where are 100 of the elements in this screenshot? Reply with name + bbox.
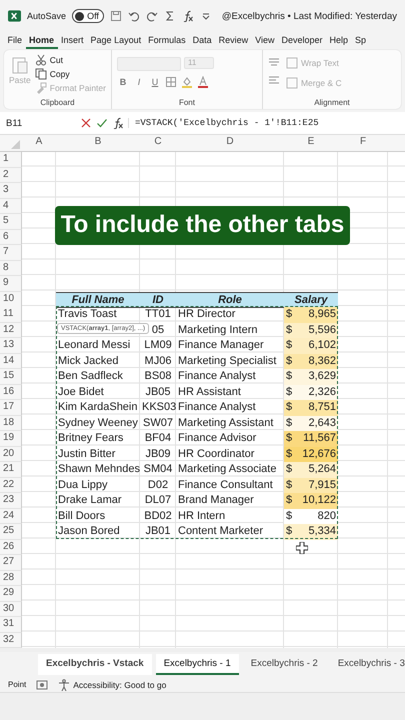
table-cell: DL07: [144, 494, 172, 506]
group-label: Clipboard: [39, 98, 76, 109]
table-cell: SW07: [143, 416, 173, 428]
copy-button[interactable]: Copy: [34, 68, 106, 80]
salary-cell: $ 3,629: [284, 369, 338, 384]
table-cell: BD02: [144, 510, 172, 522]
font-color-icon[interactable]: [196, 76, 209, 88]
column-letter[interactable]: B: [56, 135, 140, 154]
row-number[interactable]: 24: [0, 508, 22, 524]
table-cell: Mick Jacked: [58, 354, 119, 366]
salary-cell: $ 11,567: [284, 431, 338, 446]
borders-icon[interactable]: [164, 76, 177, 88]
row-number[interactable]: 29: [0, 586, 22, 602]
ribbon-tab[interactable]: Page Layout: [87, 33, 145, 49]
table-cell: Drake Lamar: [58, 494, 122, 506]
table-cell: JB05: [145, 386, 171, 398]
table-cell: LM09: [144, 339, 172, 351]
row-number[interactable]: 28: [0, 570, 22, 586]
ribbon-tab[interactable]: Help: [326, 33, 352, 49]
row-number[interactable]: 16: [0, 384, 22, 400]
row-number[interactable]: 17: [0, 400, 22, 416]
column-letter[interactable]: A: [22, 135, 56, 154]
salary-cell: $ 5,596: [284, 322, 338, 338]
save-icon[interactable]: [110, 10, 122, 22]
ribbon-tab[interactable]: Developer: [278, 33, 326, 49]
format-button[interactable]: U: [148, 77, 161, 87]
confirm-icon[interactable]: [96, 117, 108, 129]
ribbon-tab[interactable]: View: [252, 33, 278, 49]
table-cell: Marketing Intern: [178, 324, 258, 336]
row-number[interactable]: 18: [0, 416, 22, 431]
row-number[interactable]: 32: [0, 632, 22, 648]
ribbon-tab[interactable]: Sp: [352, 33, 370, 49]
function-icon[interactable]: [182, 10, 194, 22]
row-number[interactable]: 8: [0, 260, 22, 276]
row-number[interactable]: 11: [0, 307, 22, 322]
formula-field[interactable]: =VSTACK('Excelbychris - 1'!B11:E25: [128, 118, 319, 128]
table-cell: Joe Bidet: [58, 386, 104, 398]
row-number[interactable]: 31: [0, 617, 22, 632]
cancel-icon[interactable]: [80, 117, 92, 129]
salary-cell: $ 8,362: [284, 354, 338, 369]
row-number[interactable]: 13: [0, 338, 22, 354]
table-cell: MJ06: [144, 354, 172, 366]
row-number[interactable]: 9: [0, 276, 22, 292]
cut-button[interactable]: Cut: [34, 54, 106, 66]
macro-record-icon[interactable]: [36, 678, 48, 690]
fill-color-icon[interactable]: [180, 76, 193, 88]
ribbon-tab[interactable]: Formulas: [144, 33, 190, 49]
row-number[interactable]: 21: [0, 462, 22, 478]
row-number[interactable]: 23: [0, 493, 22, 508]
row-number[interactable]: 20: [0, 446, 22, 462]
undo-icon[interactable]: [128, 10, 140, 22]
row-number[interactable]: 7: [0, 245, 22, 260]
column-letter[interactable]: D: [176, 135, 284, 154]
row-number[interactable]: 30: [0, 602, 22, 617]
row-number[interactable]: 2: [0, 168, 22, 183]
scissors-icon: [34, 54, 47, 66]
sheet-tab[interactable]: Excelbychris - 1: [156, 654, 239, 675]
row-number[interactable]: 27: [0, 555, 22, 570]
salary-cell: $ 5,264: [284, 462, 338, 478]
sheet-tab[interactable]: Excelbychris - 2: [242, 654, 326, 675]
row-number[interactable]: 12: [0, 322, 22, 338]
window-title: @Excelbychris • Last Modified: Yesterday: [222, 10, 397, 22]
font-name-field[interactable]: [116, 57, 181, 71]
sheet-tab[interactable]: Excelbychris - Vstack: [38, 654, 152, 675]
row-number[interactable]: 4: [0, 198, 22, 214]
salary-cell: $ 10,122: [284, 493, 338, 508]
autosave-toggle[interactable]: Off: [72, 9, 104, 23]
ribbon-tab[interactable]: Insert: [58, 33, 88, 49]
format-button[interactable]: B: [116, 77, 129, 87]
group-label: Alignment: [313, 98, 351, 109]
accessibility-status[interactable]: Accessibility: Good to go: [58, 678, 166, 690]
column-letter[interactable]: F: [338, 135, 388, 154]
sheet-tab[interactable]: Excelbychris - 3: [330, 654, 405, 675]
row-number[interactable]: 19: [0, 431, 22, 446]
person-icon: [58, 678, 70, 690]
column-letter[interactable]: E: [284, 135, 338, 154]
redo-icon[interactable]: [146, 10, 158, 22]
row-number[interactable]: 1: [0, 152, 22, 168]
column-header-cell: Role: [176, 292, 284, 308]
ribbon-tab[interactable]: Review: [215, 33, 252, 49]
table-cell: Kim KardaShein: [58, 401, 138, 413]
table-cell: Ben Sadfleck: [58, 370, 123, 382]
ribbon-tab[interactable]: File: [4, 33, 26, 49]
row-number[interactable]: 22: [0, 478, 22, 493]
row-number[interactable]: 14: [0, 354, 22, 369]
column-header-cell: Salary: [284, 292, 338, 308]
row-number[interactable]: 26: [0, 540, 22, 555]
format-button[interactable]: I: [132, 77, 145, 87]
row-number[interactable]: 25: [0, 524, 22, 540]
ribbon-tab[interactable]: Data: [189, 33, 216, 49]
sigma-icon[interactable]: [164, 10, 176, 22]
row-number[interactable]: 15: [0, 369, 22, 384]
salary-cell: $ 7,915: [284, 478, 338, 493]
function-icon[interactable]: [112, 117, 124, 129]
table-cell: JB09: [145, 448, 171, 460]
column-letter[interactable]: C: [140, 135, 176, 154]
name-box[interactable]: B11: [6, 118, 76, 128]
row-number[interactable]: 3: [0, 183, 22, 198]
row-number[interactable]: 5: [0, 214, 22, 230]
row-number[interactable]: 6: [0, 230, 22, 245]
